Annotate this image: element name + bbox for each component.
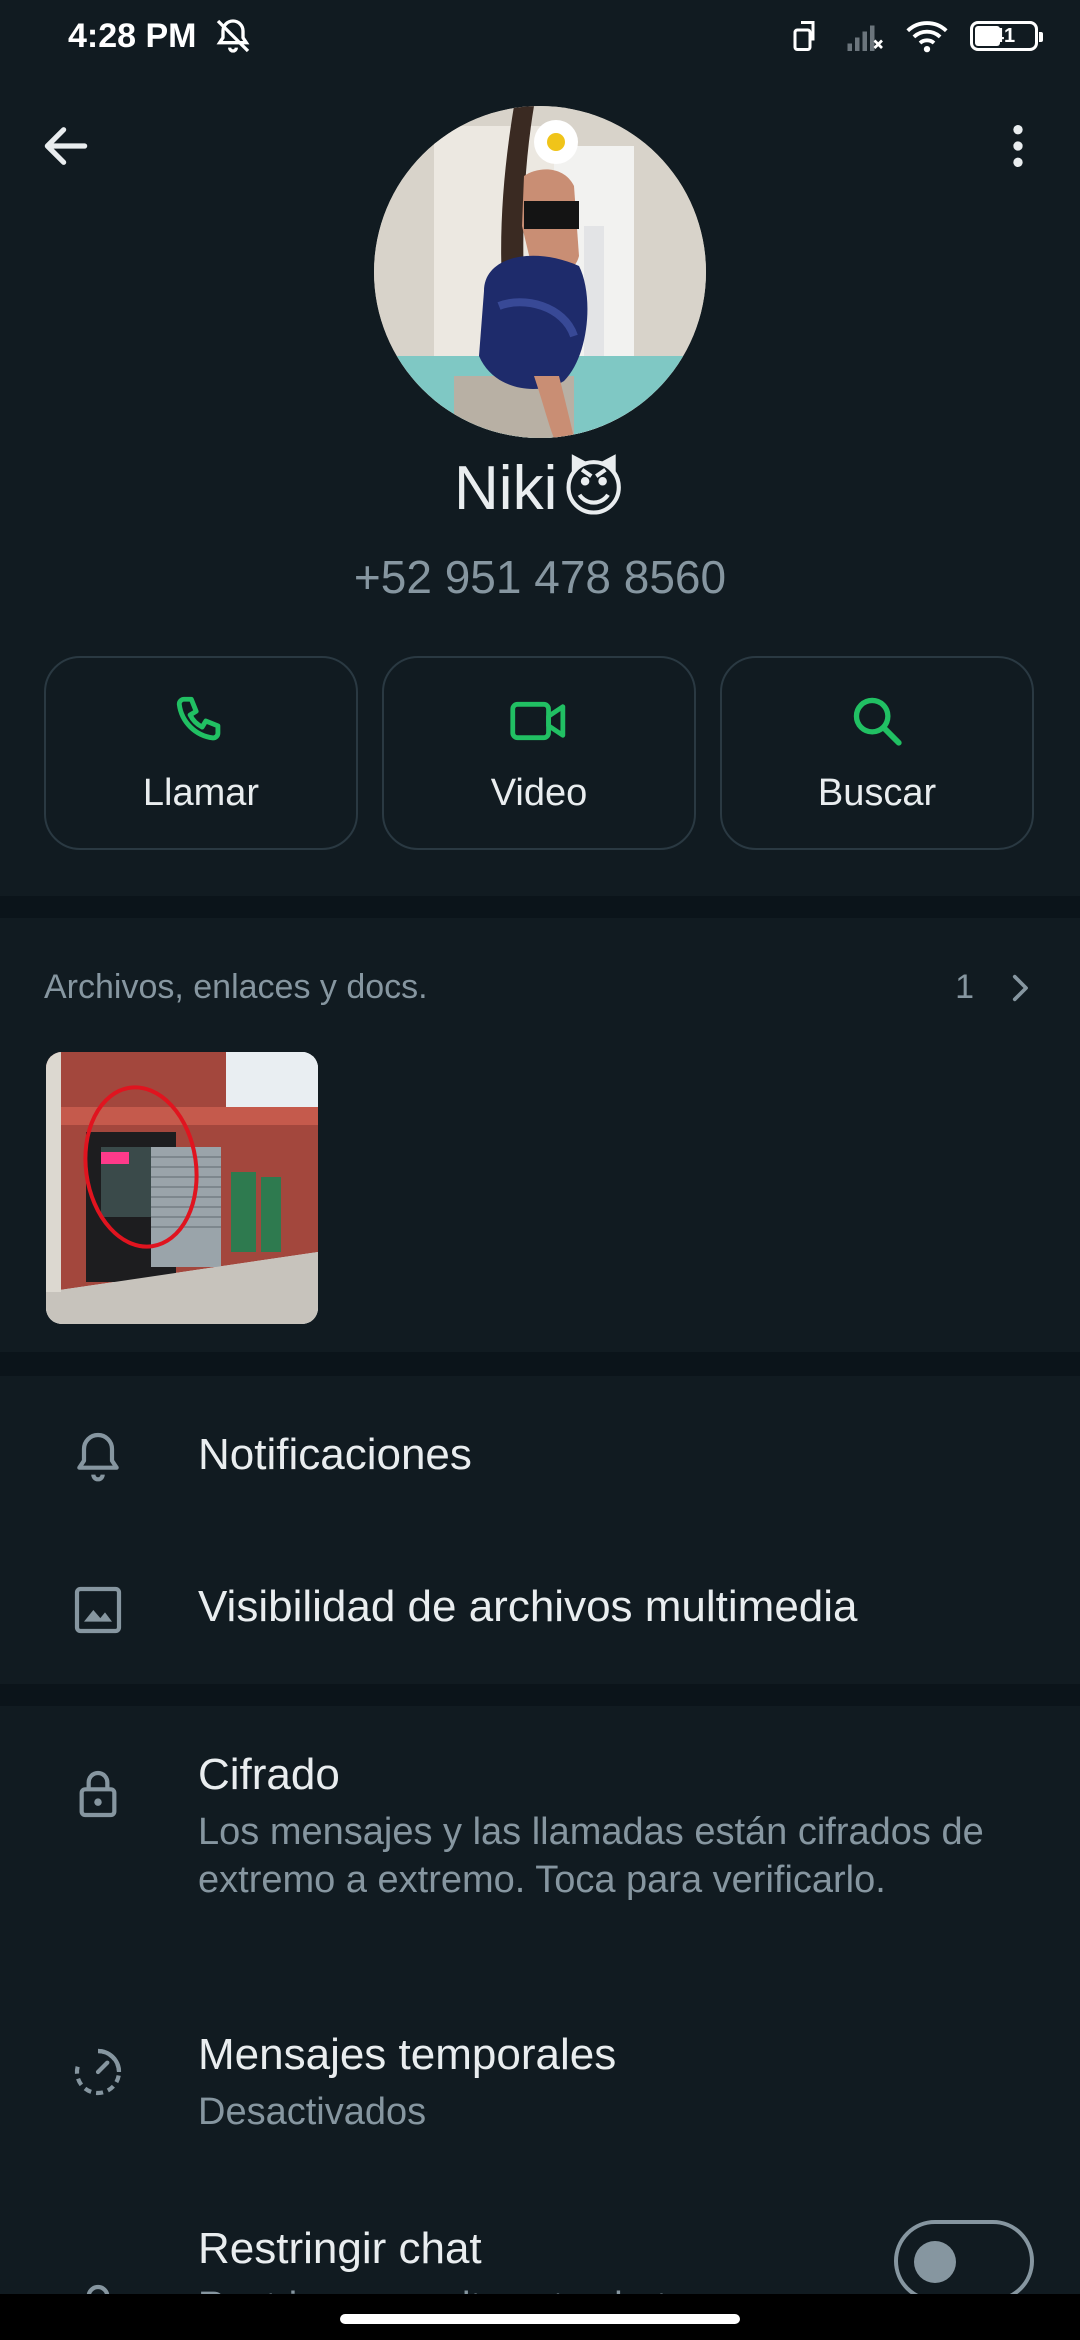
search-button[interactable]: Buscar (720, 656, 1034, 850)
search-button-label: Buscar (817, 771, 937, 814)
notifications-label: Notificaciones (198, 1430, 472, 1479)
contact-name-text: Niki (454, 454, 558, 523)
image-icon (74, 1586, 122, 1634)
battery-level: 41 (992, 24, 1016, 47)
battery-icon: 41 (970, 21, 1043, 51)
media-thumbnail[interactable] (46, 1052, 318, 1324)
screen-rotate-icon (793, 21, 815, 51)
restrict-chat-toggle[interactable] (894, 2220, 1034, 2302)
files-count: 1 (955, 968, 974, 1006)
timer-icon (74, 2048, 122, 2096)
contact-header: Niki 😈 +52 951 478 8560 Llamar Video Bus… (0, 72, 1080, 896)
storefront-photo (46, 1052, 318, 1324)
video-call-button[interactable]: Video (382, 656, 696, 850)
lock-icon (79, 1770, 117, 1818)
contact-phone: +52 951 478 8560 (353, 551, 727, 603)
contact-name: Niki 😈 (0, 452, 1080, 525)
status-time: 4:28 PM (68, 16, 197, 55)
status-bar: 4:28 PM 41 (0, 0, 1080, 72)
call-button[interactable]: Llamar (44, 656, 358, 850)
media-files-section: Archivos, enlaces y docs. 1 (0, 918, 1080, 1352)
disappearing-messages-row[interactable]: Mensajes temporales Desactivados (0, 2030, 1080, 2150)
video-icon (510, 701, 566, 740)
call-button-label: Llamar (142, 771, 260, 814)
contact-emoji: 😈 (561, 452, 626, 525)
media-visibility-label: Visibilidad de archivos multimedia (198, 1582, 858, 1631)
avatar-photo (374, 106, 706, 438)
phone-icon (176, 696, 221, 740)
encryption-title: Cifrado (198, 1750, 340, 1799)
files-title: Archivos, enlaces y docs. (44, 968, 428, 1006)
arrow-left-icon[interactable] (38, 118, 94, 174)
media-visibility-row[interactable]: Visibilidad de archivos multimedia (0, 1572, 1080, 1648)
notifications-row[interactable]: Notificaciones (0, 1420, 1080, 1496)
home-indicator[interactable] (340, 2314, 740, 2324)
wifi-icon (906, 21, 948, 53)
encryption-description: Los mensajes y las llamadas están cifrad… (198, 1811, 984, 1901)
mute-alarm-icon (216, 19, 249, 53)
privacy-section: Cifrado Los mensajes y las llamadas está… (0, 1706, 1080, 2340)
notifications-section: Notificaciones Visibilidad de archivos m… (0, 1376, 1080, 1684)
chevron-right-icon (1012, 974, 1028, 1001)
avatar[interactable] (374, 106, 706, 438)
action-buttons: Llamar Video Buscar (44, 656, 1034, 850)
files-header[interactable]: Archivos, enlaces y docs. 1 (44, 968, 1036, 1007)
contact-info-screen: 4:28 PM 41 Niki 😈 +52 951 478 8560 Llama… (0, 0, 1080, 2340)
signal-icon (847, 25, 883, 51)
video-button-label: Video (490, 771, 588, 814)
disappearing-status: Desactivados (198, 2091, 427, 2133)
encryption-row[interactable]: Cifrado Los mensajes y las llamadas está… (0, 1750, 1080, 1960)
bell-icon (77, 1432, 119, 1482)
more-vertical-icon[interactable] (990, 118, 1046, 174)
search-icon (853, 697, 902, 746)
disappearing-title: Mensajes temporales (198, 2030, 617, 2079)
